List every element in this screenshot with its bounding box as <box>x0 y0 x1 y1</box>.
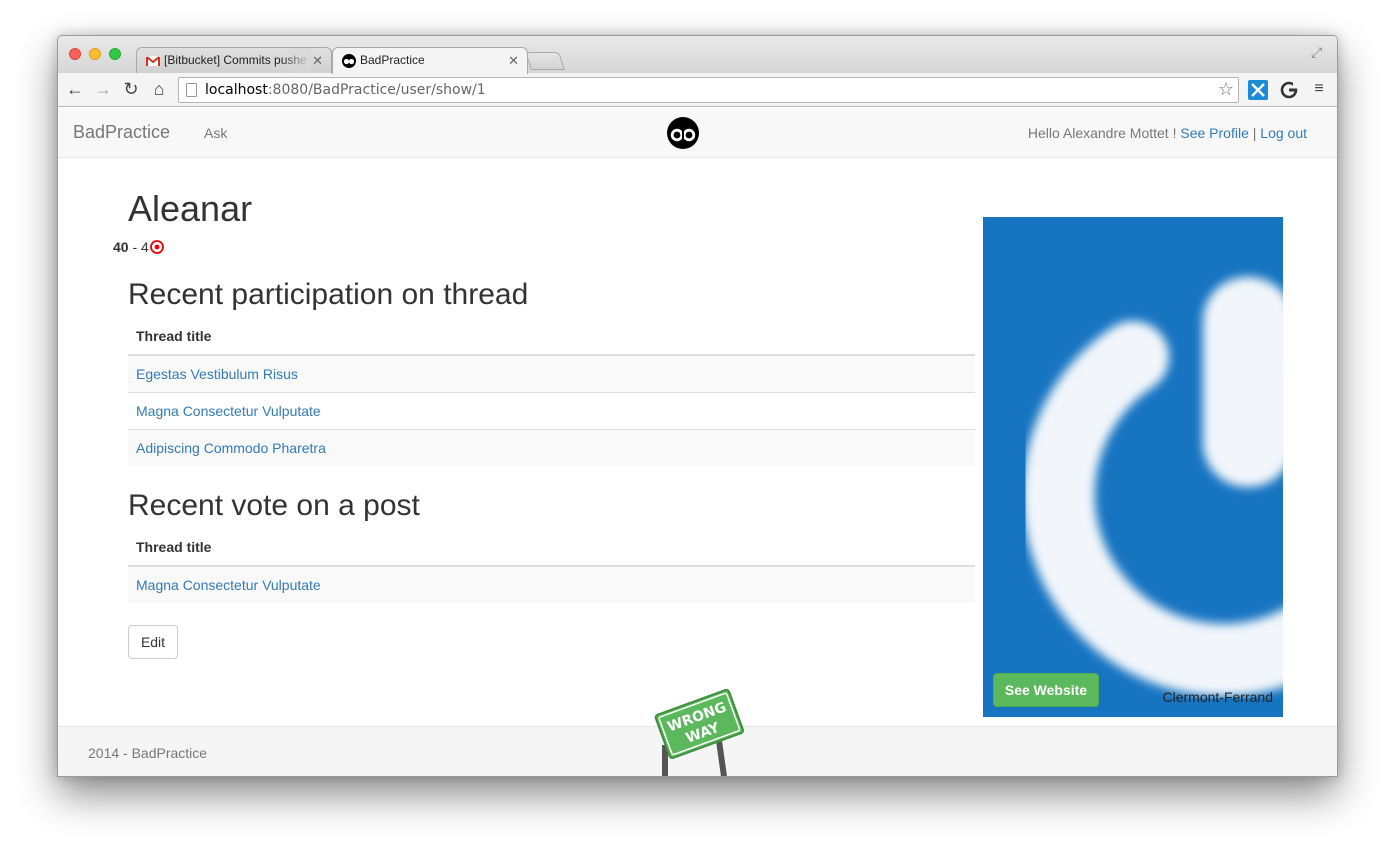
profile-name: Aleanar <box>128 188 253 229</box>
new-tab-button[interactable] <box>525 52 565 70</box>
user-greeting: Hello Alexandre Mottet ! See Profile | L… <box>1028 125 1307 141</box>
votes-table: Thread title Magna Consectetur Vulputate <box>128 529 975 603</box>
zoom-window-button[interactable] <box>109 48 121 60</box>
thread-link[interactable]: Egestas Vestibulum Risus <box>136 366 298 382</box>
logout-link[interactable]: Log out <box>1260 125 1307 141</box>
browser-toolbar: ← → ↻ ⌂ localhost:8080/BadPractice/user/… <box>58 73 1337 107</box>
nav-separator: | <box>1252 125 1257 141</box>
edit-button[interactable]: Edit <box>128 625 178 659</box>
table-row: Egestas Vestibulum Risus <box>128 354 975 392</box>
page-icon <box>186 83 197 97</box>
minimize-window-button[interactable] <box>89 48 101 60</box>
brand-link[interactable]: BadPractice <box>73 122 170 143</box>
home-icon[interactable]: ⌂ <box>148 78 170 100</box>
close-tab-icon[interactable]: ✕ <box>312 48 323 73</box>
browser-window: [Bitbucket] Commits pushe ✕ BadPractice … <box>57 35 1338 777</box>
fullscreen-icon[interactable]: ⤢ <box>1311 44 1327 60</box>
reload-icon[interactable]: ↻ <box>120 78 142 100</box>
score-points: 40 <box>113 239 129 255</box>
table-row: Magna Consectetur Vulputate <box>128 391 975 429</box>
tab-badpractice[interactable]: BadPractice ✕ <box>332 47 528 74</box>
page-viewport: BadPractice Ask Hello Alexandre Mottet !… <box>58 108 1337 776</box>
close-tab-icon[interactable]: ✕ <box>508 48 519 73</box>
close-window-button[interactable] <box>69 48 81 60</box>
thread-link[interactable]: Magna Consectetur Vulputate <box>136 403 321 419</box>
tab-title: BadPractice <box>360 53 425 67</box>
address-bar[interactable]: localhost:8080/BadPractice/user/show/1 ☆ <box>178 77 1239 103</box>
wrong-way-sign-icon: WRONG WAY <box>654 688 744 776</box>
power-icon <box>1022 277 1283 696</box>
extension-icon[interactable] <box>1248 80 1268 100</box>
target-icon <box>149 240 164 254</box>
table-row: Adipiscing Commodo Pharetra <box>128 428 975 466</box>
badpractice-logo-icon <box>342 54 356 68</box>
thread-link[interactable]: Magna Consectetur Vulputate <box>136 577 321 593</box>
forward-icon[interactable]: → <box>92 78 114 100</box>
tab-strip: [Bitbucket] Commits pushe ✕ BadPractice … <box>58 36 1337 74</box>
city-label: Clermont-Ferrand <box>1162 689 1273 705</box>
thread-link[interactable]: Adipiscing Commodo Pharetra <box>136 440 326 456</box>
menu-icon[interactable]: ≡ <box>1308 78 1330 100</box>
column-header: Thread title <box>128 529 975 567</box>
see-profile-link[interactable]: See Profile <box>1180 125 1248 141</box>
column-header: Thread title <box>128 318 975 356</box>
gmail-icon <box>146 56 160 66</box>
votes-heading: Recent vote on a post <box>128 489 420 522</box>
back-icon[interactable]: ← <box>64 78 86 100</box>
site-navbar: BadPractice Ask Hello Alexandre Mottet !… <box>58 108 1337 158</box>
participation-table: Thread title Egestas Vestibulum Risus Ma… <box>128 318 975 466</box>
address-path: :8080/BadPractice/user/show/1 <box>267 82 486 98</box>
table-row: Magna Consectetur Vulputate <box>128 565 975 603</box>
score-count: 4 <box>141 239 149 255</box>
site-footer: 2014 - BadPractice WRONG WAY <box>58 688 1337 776</box>
score-separator: - <box>128 239 142 255</box>
google-extension-icon[interactable] <box>1279 80 1299 100</box>
badpractice-logo-icon[interactable] <box>666 116 700 150</box>
footer-text: 2014 - BadPractice <box>88 745 208 761</box>
tab-bitbucket[interactable]: [Bitbucket] Commits pushe ✕ <box>136 47 332 74</box>
address-host: localhost <box>205 82 268 98</box>
participation-heading: Recent participation on thread <box>128 278 529 311</box>
user-score: 40 - 4 <box>113 239 164 255</box>
greeting-text: Hello Alexandre Mottet ! <box>1027 125 1177 141</box>
ask-link[interactable]: Ask <box>204 125 227 141</box>
see-website-button[interactable]: See Website <box>993 673 1099 707</box>
sidebar-card: See Website Clermont-Ferrand <box>983 217 1283 717</box>
bookmark-star-icon[interactable]: ☆ <box>1218 78 1234 102</box>
